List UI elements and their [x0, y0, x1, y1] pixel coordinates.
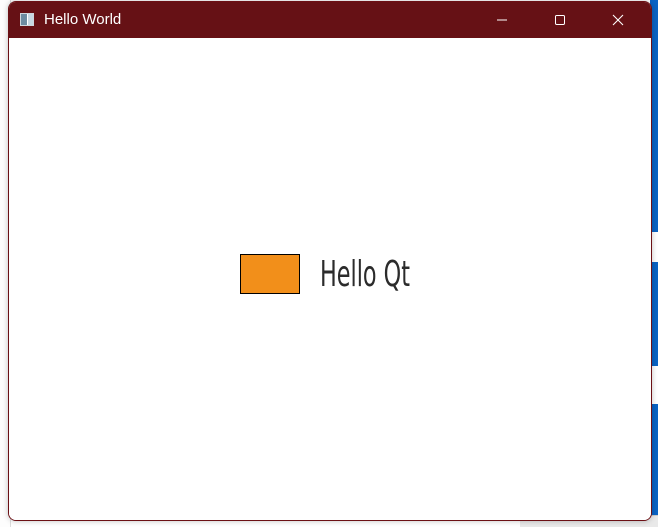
minimize-button[interactable] — [479, 2, 525, 38]
maximize-button[interactable] — [537, 2, 583, 38]
maximize-icon — [555, 15, 565, 25]
app-window-icon — [20, 13, 34, 26]
desktop: Hello World Hello Qt — [0, 0, 658, 527]
window-title: Hello World — [44, 11, 122, 28]
minimize-icon — [497, 19, 507, 21]
close-icon — [612, 14, 624, 26]
window-content: Hello Qt — [9, 38, 651, 520]
app-window: Hello World Hello Qt — [8, 1, 652, 521]
close-button[interactable] — [595, 2, 641, 38]
title-bar[interactable]: Hello World — [9, 2, 651, 38]
hello-label: Hello Qt — [320, 254, 410, 295]
color-swatch — [240, 254, 300, 294]
